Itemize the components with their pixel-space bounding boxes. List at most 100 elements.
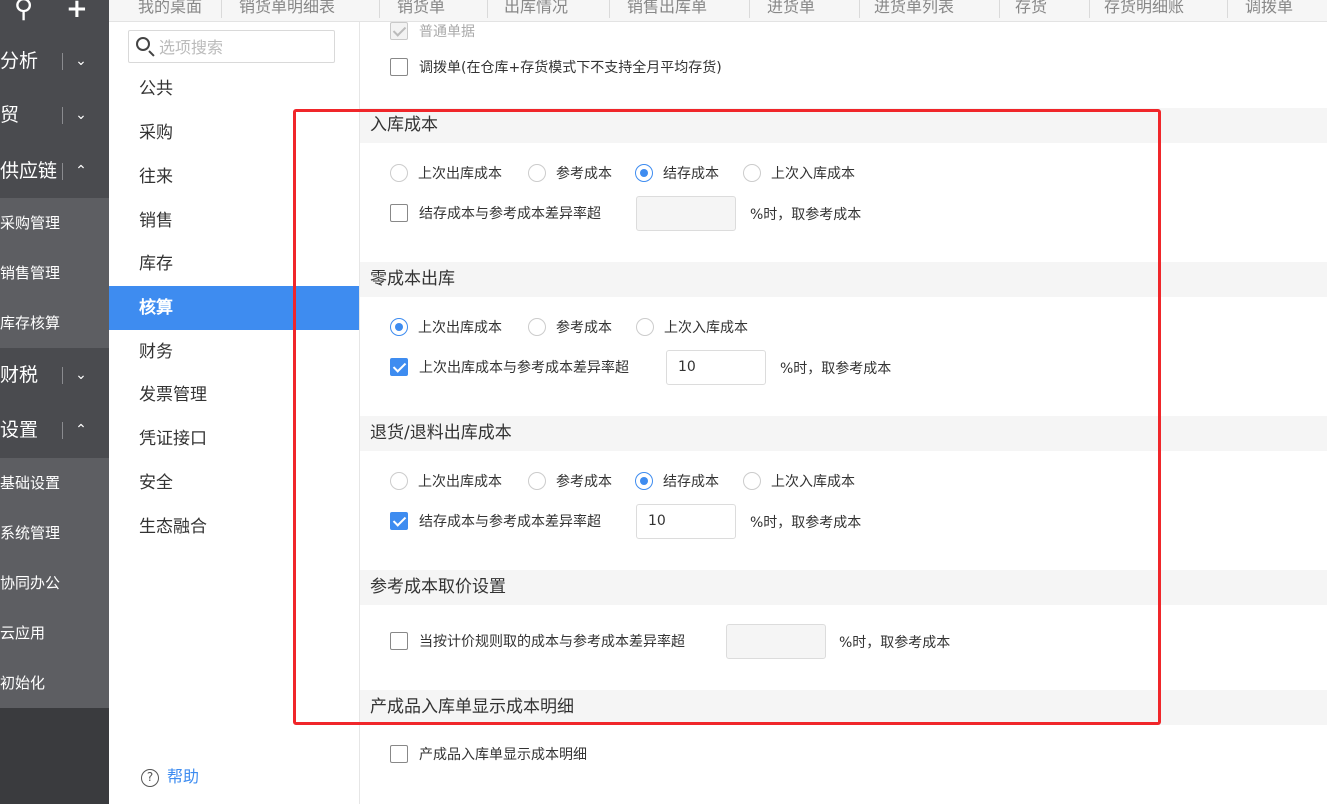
category-public[interactable]: 公共 (109, 67, 359, 111)
option-search-input[interactable] (159, 35, 329, 59)
nav-item-purchase-mgmt[interactable]: 采购管理 (0, 198, 109, 248)
chevron-down-icon[interactable]: ⌄ (72, 35, 90, 87)
category-invoice[interactable]: 发票管理 (109, 373, 359, 417)
radio-button[interactable] (635, 472, 653, 490)
return-diff-option[interactable]: 结存成本与参考成本差异率超 (390, 511, 601, 531)
radio-button[interactable] (743, 472, 761, 490)
radio-button[interactable] (528, 164, 546, 182)
zero-radio-last-outbound[interactable]: 上次出库成本 (390, 317, 502, 337)
nav-group-tax[interactable]: 财税 ⌄ (0, 349, 109, 401)
radio-label: 结存成本 (663, 166, 719, 182)
return-diff-rate-input[interactable]: 10 (636, 504, 736, 539)
inbound-radio-balance[interactable]: 结存成本 (635, 163, 719, 183)
nav-item-collaboration[interactable]: 协同办公 (0, 558, 109, 608)
tab-inventory-ledger[interactable]: 存货明细账 (1104, 0, 1184, 17)
inbound-diff-rate-input[interactable] (636, 196, 736, 231)
category-finance[interactable]: 财务 (109, 330, 359, 374)
radio-label: 上次出库成本 (418, 320, 502, 336)
radio-label: 上次出库成本 (418, 166, 502, 182)
divider (859, 0, 860, 18)
category-voucher[interactable]: 凭证接口 (109, 417, 359, 461)
zero-diff-option[interactable]: 上次出库成本与参考成本差异率超 (390, 357, 629, 377)
inbound-radio-last-inbound[interactable]: 上次入库成本 (743, 163, 855, 183)
return-radio-balance[interactable]: 结存成本 (635, 471, 719, 491)
zero-radio-last-inbound[interactable]: 上次入库成本 (636, 317, 748, 337)
tab-inventory[interactable]: 存货 (1015, 0, 1047, 17)
tab-my-desktop[interactable]: 我的桌面 (138, 0, 202, 17)
chevron-down-icon[interactable]: ⌄ (72, 89, 90, 141)
radio-button[interactable] (528, 472, 546, 490)
nav-item-basic-settings[interactable]: 基础设置 (0, 458, 109, 508)
divider (62, 53, 63, 70)
radio-button[interactable] (528, 318, 546, 336)
inbound-diff-checkbox[interactable] (390, 204, 408, 222)
tab-sales-detail[interactable]: 销货单明细表 (239, 0, 335, 17)
ref-price-diff-rate-input[interactable] (726, 624, 826, 659)
category-sales[interactable]: 销售 (109, 199, 359, 243)
radio-label: 上次入库成本 (664, 320, 748, 336)
zero-diff-checkbox[interactable] (390, 358, 408, 376)
search-icon[interactable]: ⚲ (14, 0, 33, 24)
return-radio-reference[interactable]: 参考成本 (528, 471, 612, 491)
tab-sales-order[interactable]: 销货单 (397, 0, 445, 17)
divider (609, 0, 610, 18)
radio-button[interactable] (743, 164, 761, 182)
return-radio-last-inbound[interactable]: 上次入库成本 (743, 471, 855, 491)
normal-doc-checkbox[interactable] (390, 22, 408, 40)
settings-submenu: 基础设置 系统管理 协同办公 云应用 初始化 (0, 458, 109, 708)
return-diff-suffix: %时，取参考成本 (750, 515, 862, 531)
radio-label: 上次入库成本 (771, 474, 855, 490)
normal-doc-label: 普通单据 (419, 24, 475, 40)
radio-button[interactable] (636, 318, 654, 336)
transfer-doc-checkbox[interactable] (390, 58, 408, 76)
category-security[interactable]: 安全 (109, 461, 359, 505)
nav-group-label: 供应链 (0, 160, 58, 182)
tab-purchase-order[interactable]: 进货单 (767, 0, 815, 17)
return-radio-last-outbound[interactable]: 上次出库成本 (390, 471, 502, 491)
return-diff-label: 结存成本与参考成本差异率超 (419, 514, 601, 530)
category-accounts[interactable]: 往来 (109, 155, 359, 199)
product-detail-option[interactable]: 产成品入库单显示成本明细 (390, 744, 587, 764)
return-diff-checkbox[interactable] (390, 512, 408, 530)
nav-group-trade[interactable]: 贸 ⌄ (0, 89, 109, 141)
product-detail-checkbox[interactable] (390, 745, 408, 763)
radio-button[interactable] (390, 318, 408, 336)
help-link[interactable]: ? 帮助 (141, 763, 199, 787)
plus-icon[interactable]: + (66, 0, 88, 24)
top-icon-bar: ⚲ + (0, 0, 109, 24)
chevron-up-icon[interactable]: ⌃ (72, 145, 90, 197)
normal-doc-option[interactable]: 普通单据 (390, 21, 475, 41)
chevron-up-icon[interactable]: ⌃ (72, 404, 90, 456)
ref-price-diff-checkbox[interactable] (390, 632, 408, 650)
zero-diff-rate-input[interactable]: 10 (666, 350, 766, 385)
category-ecosystem[interactable]: 生态融合 (109, 505, 359, 549)
nav-group-supply-chain[interactable]: 供应链 ⌃ (0, 145, 109, 197)
transfer-doc-option[interactable]: 调拨单(在仓库+存货模式下不支持全月平均存货) (390, 57, 722, 77)
ref-price-diff-option[interactable]: 当按计价规则取的成本与参考成本差异率超 (390, 631, 685, 651)
nav-item-sales-mgmt[interactable]: 销售管理 (0, 248, 109, 298)
radio-button[interactable] (635, 164, 653, 182)
category-purchase[interactable]: 采购 (109, 111, 359, 155)
settings-content: 普通单据 调拨单(在仓库+存货模式下不支持全月平均存货) 入库成本 上次出库成本… (360, 22, 1327, 804)
category-accounting[interactable]: 核算 (109, 286, 359, 330)
nav-item-system-mgmt[interactable]: 系统管理 (0, 508, 109, 558)
chevron-down-icon[interactable]: ⌄ (72, 349, 90, 401)
inbound-radio-last-outbound[interactable]: 上次出库成本 (390, 163, 502, 183)
category-inventory[interactable]: 库存 (109, 242, 359, 286)
radio-button[interactable] (390, 164, 408, 182)
nav-group-label: 分析 (0, 50, 39, 72)
nav-item-cloud-apps[interactable]: 云应用 (0, 608, 109, 658)
inbound-diff-label: 结存成本与参考成本差异率超 (419, 206, 601, 222)
nav-group-analysis[interactable]: 分析 ⌄ (0, 35, 109, 87)
nav-item-inventory-accounting[interactable]: 库存核算 (0, 298, 109, 348)
inbound-diff-option[interactable]: 结存成本与参考成本差异率超 (390, 203, 601, 223)
tab-purchase-list[interactable]: 进货单列表 (874, 0, 954, 17)
nav-group-settings[interactable]: 设置 ⌃ (0, 404, 109, 456)
tab-transfer[interactable]: 调拨单 (1245, 0, 1293, 17)
zero-radio-reference[interactable]: 参考成本 (528, 317, 612, 337)
radio-button[interactable] (390, 472, 408, 490)
nav-item-initialization[interactable]: 初始化 (0, 658, 109, 708)
tab-outbound-status[interactable]: 出库情况 (504, 0, 568, 17)
tab-sales-outbound[interactable]: 销售出库单 (627, 0, 707, 17)
inbound-radio-reference[interactable]: 参考成本 (528, 163, 612, 183)
